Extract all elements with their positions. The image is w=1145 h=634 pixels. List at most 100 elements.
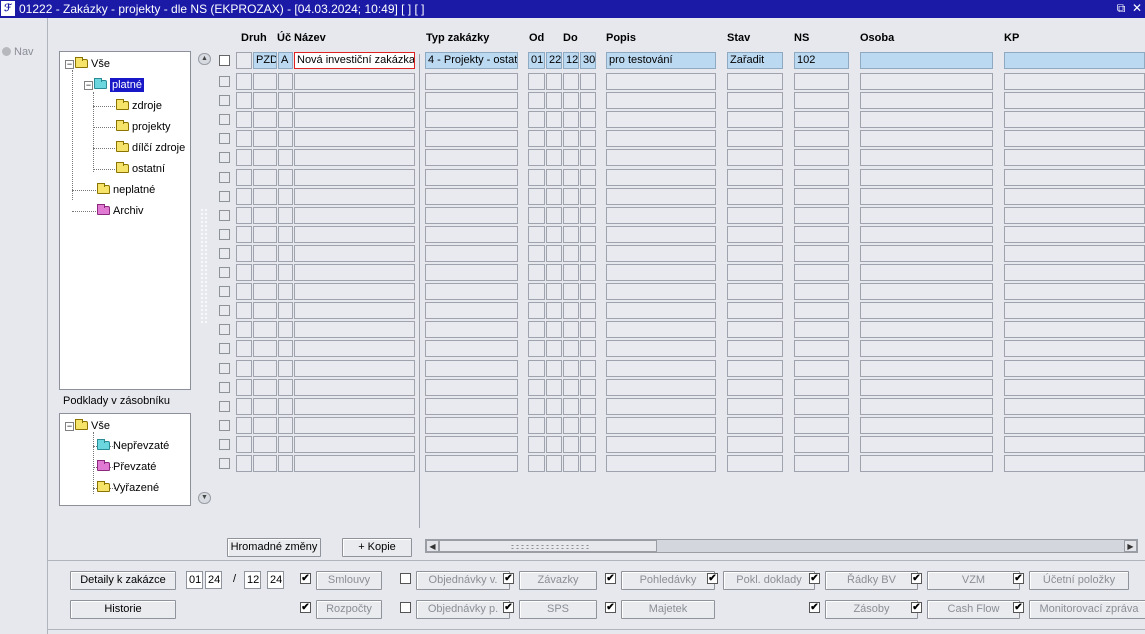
grid-cell[interactable] [580, 111, 596, 129]
grid-cell[interactable] [294, 168, 415, 186]
grid-cell[interactable] [236, 264, 252, 281]
tree-item-platne[interactable]: − platné [84, 78, 144, 92]
grid-cell[interactable] [253, 73, 277, 90]
grid-cell[interactable] [528, 92, 545, 110]
tree-item-archiv[interactable]: Archiv [97, 204, 144, 218]
grid-cell[interactable] [860, 416, 993, 434]
filter-button[interactable]: Závazky [519, 571, 597, 590]
cell-do-month[interactable]: 12 [563, 52, 579, 69]
grid-cell[interactable] [1004, 92, 1145, 110]
grid-cell[interactable] [860, 130, 993, 148]
grid-cell[interactable] [278, 92, 293, 110]
filter-checkbox[interactable]: ✔ [300, 573, 311, 584]
grid-cell[interactable] [253, 340, 277, 358]
grid-cell[interactable] [528, 435, 545, 453]
grid-cell[interactable] [528, 206, 545, 224]
grid-cell[interactable] [794, 264, 849, 281]
grid-cell[interactable] [794, 73, 849, 90]
grid-cell[interactable] [278, 283, 293, 301]
grid-cell[interactable] [727, 359, 783, 377]
grid-cell[interactable] [606, 321, 716, 339]
grid-cell[interactable] [606, 378, 716, 396]
grid-cell[interactable] [606, 149, 716, 167]
grid-cell[interactable] [253, 302, 277, 320]
cell-nazev[interactable]: Nová investiční zakázka [294, 52, 415, 69]
grid-cell[interactable] [546, 244, 562, 262]
filter-button[interactable]: Pokl. doklady [723, 571, 815, 590]
grid-cell[interactable] [727, 168, 783, 186]
grid-cell[interactable] [727, 455, 783, 472]
grid-cell[interactable] [1004, 111, 1145, 129]
grid-cell[interactable] [528, 455, 545, 472]
grid-cell[interactable] [727, 264, 783, 281]
cell-kp[interactable] [1004, 52, 1145, 69]
grid-cell[interactable] [278, 225, 293, 243]
grid-cell[interactable] [236, 111, 252, 129]
grid-cell[interactable] [278, 416, 293, 434]
grid-cell[interactable] [563, 378, 579, 396]
period-to-year[interactable]: 24 [267, 571, 284, 589]
grid-cell[interactable] [546, 340, 562, 358]
grid-cell[interactable] [1004, 149, 1145, 167]
grid-cell[interactable] [860, 168, 993, 186]
grid-cell[interactable] [606, 244, 716, 262]
grid-cell[interactable] [794, 149, 849, 167]
grid-cell[interactable] [278, 359, 293, 377]
cell-stav[interactable]: Zařadit [727, 52, 783, 69]
grid-cell[interactable] [425, 283, 518, 301]
grid-cell[interactable] [546, 264, 562, 281]
grid-cell[interactable] [1004, 321, 1145, 339]
grid-cell[interactable] [528, 397, 545, 415]
col-ns[interactable]: NS [794, 32, 809, 44]
scroll-up-button[interactable]: ▲ [198, 53, 211, 65]
grid-cell[interactable] [546, 302, 562, 320]
grid-cell[interactable] [860, 435, 993, 453]
grid-cell[interactable] [580, 225, 596, 243]
grid-cell[interactable] [528, 264, 545, 281]
grid-cell[interactable] [563, 359, 579, 377]
grid-cell[interactable] [727, 283, 783, 301]
row-select-checkbox[interactable] [219, 152, 230, 164]
grid-cell[interactable] [425, 416, 518, 434]
grid-cell[interactable] [606, 92, 716, 110]
row-select-checkbox[interactable] [219, 381, 230, 393]
grid-cell[interactable] [253, 455, 277, 472]
grid-cell[interactable] [528, 187, 545, 205]
filter-checkbox[interactable]: ✔ [707, 573, 718, 584]
grid-cell[interactable] [528, 416, 545, 434]
grid-cell[interactable] [794, 206, 849, 224]
grid-cell[interactable] [253, 168, 277, 186]
grid-cell[interactable] [727, 416, 783, 434]
row-select-checkbox[interactable] [219, 171, 230, 183]
splitter-grip[interactable] [200, 208, 208, 323]
grid-cell[interactable] [860, 73, 993, 90]
grid-cell[interactable] [294, 92, 415, 110]
grid-cell[interactable] [860, 244, 993, 262]
grid-cell[interactable] [278, 149, 293, 167]
grid-cell[interactable] [528, 321, 545, 339]
grid-cell[interactable] [860, 302, 993, 320]
grid-cell[interactable] [546, 73, 562, 90]
grid-cell[interactable] [727, 111, 783, 129]
grid-cell[interactable] [278, 397, 293, 415]
grid-cell[interactable] [794, 187, 849, 205]
grid-cell[interactable] [425, 397, 518, 415]
grid-cell[interactable] [727, 130, 783, 148]
period-to-month[interactable]: 12 [244, 571, 261, 589]
grid-cell[interactable] [528, 73, 545, 90]
grid-cell[interactable] [425, 206, 518, 224]
tree-item-projekty[interactable]: projekty [116, 120, 171, 134]
tree-item-neplatne[interactable]: neplatné [97, 183, 155, 197]
grid-cell[interactable] [563, 111, 579, 129]
filter-button[interactable]: Řádky BV [825, 571, 918, 590]
grid-cell[interactable] [794, 302, 849, 320]
grid-cell[interactable] [278, 206, 293, 224]
grid-cell[interactable] [580, 149, 596, 167]
grid-cell[interactable] [860, 340, 993, 358]
tree-item-prevzate[interactable]: Převzaté [97, 460, 156, 474]
grid-cell[interactable] [528, 130, 545, 148]
grid-cell[interactable] [236, 149, 252, 167]
grid-cell[interactable] [606, 264, 716, 281]
grid-cell[interactable] [794, 340, 849, 358]
grid-cell[interactable] [563, 340, 579, 358]
